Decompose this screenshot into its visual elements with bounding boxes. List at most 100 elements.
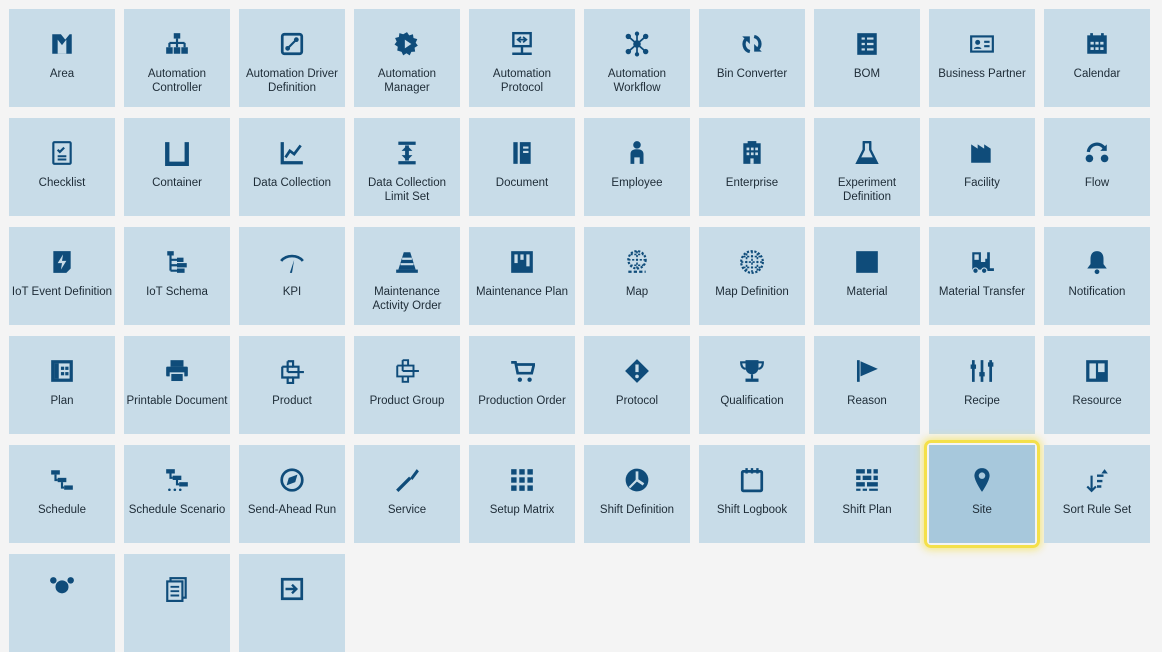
tile-qualification[interactable]: Qualification (699, 336, 805, 434)
flask-icon (814, 138, 920, 168)
tile-printable-document[interactable]: Printable Document (124, 336, 230, 434)
tile-recipe[interactable]: Recipe (929, 336, 1035, 434)
tile-notification[interactable]: Notification (1044, 227, 1150, 325)
tile-label: Shift Logbook (716, 504, 788, 516)
tile-label: Automation Protocol (492, 68, 552, 94)
tile-product[interactable]: Product (239, 336, 345, 434)
globe-icon (699, 247, 805, 277)
tile-label: Production Order (478, 395, 566, 407)
hierarchy-icon (124, 29, 230, 59)
tile-stacked-document[interactable] (124, 554, 230, 652)
gauge-icon (239, 247, 345, 277)
tile-schedule-scenario[interactable]: Schedule Scenario (124, 445, 230, 543)
tile-flow[interactable]: Flow (1044, 118, 1150, 216)
tile-protocol[interactable]: Protocol (584, 336, 690, 434)
iot-event-icon (9, 247, 115, 277)
tile-plan[interactable]: Plan (9, 336, 115, 434)
person-icon (584, 138, 690, 168)
tile-bom[interactable]: BOM (814, 9, 920, 107)
tile-label: Notification (1068, 286, 1126, 298)
tile-employee[interactable]: Employee (584, 118, 690, 216)
tile-label: Schedule (38, 504, 86, 516)
tile-label: Container (152, 177, 202, 189)
tile-maintenance-activity-order[interactable]: Maintenance Activity Order (354, 227, 460, 325)
tile-document[interactable]: Document (469, 118, 575, 216)
tile-transfer-box[interactable] (239, 554, 345, 652)
schema-tree-icon (124, 247, 230, 277)
flag-icon (814, 356, 920, 386)
line-chart-icon (239, 138, 345, 168)
tile-service[interactable]: Service (354, 445, 460, 543)
schedule-icon (9, 465, 115, 495)
tile-shift-plan[interactable]: Shift Plan (814, 445, 920, 543)
tile-reason[interactable]: Reason (814, 336, 920, 434)
tile-data-collection[interactable]: Data Collection (239, 118, 345, 216)
tile-resource[interactable]: Resource (1044, 336, 1150, 434)
tile-map[interactable]: Map (584, 227, 690, 325)
tile-automation-controller[interactable]: Automation Controller (124, 9, 230, 107)
tile-label: Maintenance Plan (475, 286, 569, 298)
tile-product-group[interactable]: Product Group (354, 336, 460, 434)
tile-label: Employee (611, 177, 663, 189)
tile-container[interactable]: Container (124, 118, 230, 216)
tile-experiment-definition[interactable]: Experiment Definition (814, 118, 920, 216)
tile-checklist[interactable]: Checklist (9, 118, 115, 216)
tile-label: Shift Plan (842, 504, 892, 516)
tile-automation-protocol[interactable]: Automation Protocol (469, 9, 575, 107)
convert-arrows-icon (699, 29, 805, 59)
sort-icon (1044, 465, 1150, 495)
tile-label: Checklist (38, 177, 86, 189)
map-pin-icon (929, 465, 1035, 495)
tile-label: Send-Ahead Run (247, 504, 337, 516)
tile-automation-workflow[interactable]: Automation Workflow (584, 9, 690, 107)
tile-map-definition[interactable]: Map Definition (699, 227, 805, 325)
tile-label: Calendar (1073, 68, 1121, 80)
map-globe-icon (584, 247, 690, 277)
tile-area[interactable]: Area (9, 9, 115, 107)
tile-shift-definition[interactable]: Shift Definition (584, 445, 690, 543)
tile-site[interactable]: Site (924, 440, 1040, 548)
tile-setup-matrix[interactable]: Setup Matrix (469, 445, 575, 543)
tile-calendar[interactable]: Calendar (1044, 9, 1150, 107)
tile-automation-driver-definition[interactable]: Automation Driver Definition (239, 9, 345, 107)
gear-play-icon (354, 29, 460, 59)
sliders-icon (929, 356, 1035, 386)
flow-icon (1044, 138, 1150, 168)
plan-icon (9, 356, 115, 386)
tile-label: Qualification (720, 395, 784, 407)
tile-sort-rule-set[interactable]: Sort Rule Set (1044, 445, 1150, 543)
tile-label: Recipe (964, 395, 1000, 407)
tile-send-ahead-run[interactable]: Send-Ahead Run (239, 445, 345, 543)
tile-iot-schema[interactable]: IoT Schema (124, 227, 230, 325)
factory-icon (929, 138, 1035, 168)
tile-schedule[interactable]: Schedule (9, 445, 115, 543)
forklift-icon (929, 247, 1035, 277)
tile-label: Facility (964, 177, 1000, 189)
tile-business-partner[interactable]: Business Partner (929, 9, 1035, 107)
tile-data-collection-limit-set[interactable]: Data Collection Limit Set (354, 118, 460, 216)
tile-label: Protocol (615, 395, 659, 407)
tile-kpi[interactable]: KPI (239, 227, 345, 325)
tile-material[interactable]: Material (814, 227, 920, 325)
tile-shift-logbook[interactable]: Shift Logbook (699, 445, 805, 543)
tile-label: Plan (50, 395, 74, 407)
tile-enterprise[interactable]: Enterprise (699, 118, 805, 216)
printer-icon (124, 356, 230, 386)
tile-maintenance-plan[interactable]: Maintenance Plan (469, 227, 575, 325)
tile-label: Enterprise (725, 177, 779, 189)
tile-label: Map (625, 286, 649, 298)
tile-label: Business Partner (938, 68, 1026, 80)
building-icon (699, 138, 805, 168)
tile-production-order[interactable]: Production Order (469, 336, 575, 434)
tile-label: BOM (853, 68, 881, 80)
tile-label: Site (972, 504, 992, 516)
tile-network[interactable] (9, 554, 115, 652)
screwdriver-icon (354, 465, 460, 495)
tile-iot-event-definition[interactable]: IoT Event Definition (9, 227, 115, 325)
tile-material-transfer[interactable]: Material Transfer (929, 227, 1035, 325)
tile-bin-converter[interactable]: Bin Converter (699, 9, 805, 107)
tile-automation-manager[interactable]: Automation Manager (354, 9, 460, 107)
tile-facility[interactable]: Facility (929, 118, 1035, 216)
id-card-icon (929, 29, 1035, 59)
tile-label: Map Definition (715, 286, 789, 298)
